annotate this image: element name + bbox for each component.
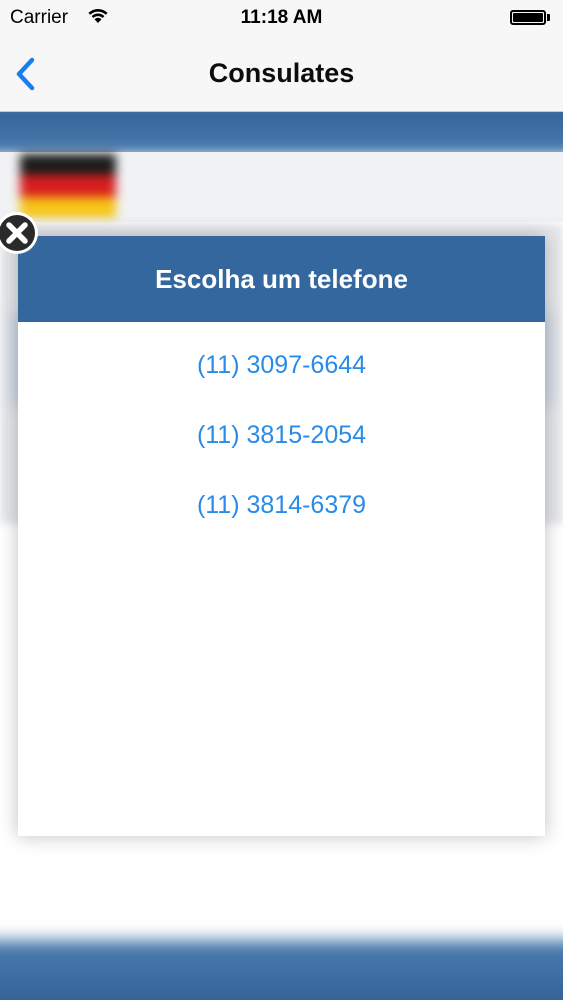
page-title: Consulates [208, 58, 355, 88]
navigation-bar: Consulates [0, 38, 563, 112]
phone-option-2[interactable]: (11) 3815-2054 [18, 407, 545, 463]
background-footer-band [0, 940, 563, 1000]
dialog-header: Escolha um telefone [18, 236, 545, 322]
phone-option-1[interactable]: (11) 3097-6644 [18, 337, 545, 393]
phone-option-3[interactable]: (11) 3814-6379 [18, 477, 545, 533]
dialog-title: Escolha um telefone [155, 264, 408, 294]
germany-flag-image [20, 154, 116, 218]
phone-chooser-dialog: Escolha um telefone (11) 3097-6644 (11) … [18, 236, 545, 836]
battery-tip [547, 14, 550, 21]
close-icon[interactable] [0, 210, 40, 256]
status-bar: Carrier 11:18 AM [0, 0, 563, 38]
status-time: 11:18 AM [240, 7, 323, 28]
battery-icon [510, 10, 546, 25]
background-header-band [0, 112, 563, 154]
